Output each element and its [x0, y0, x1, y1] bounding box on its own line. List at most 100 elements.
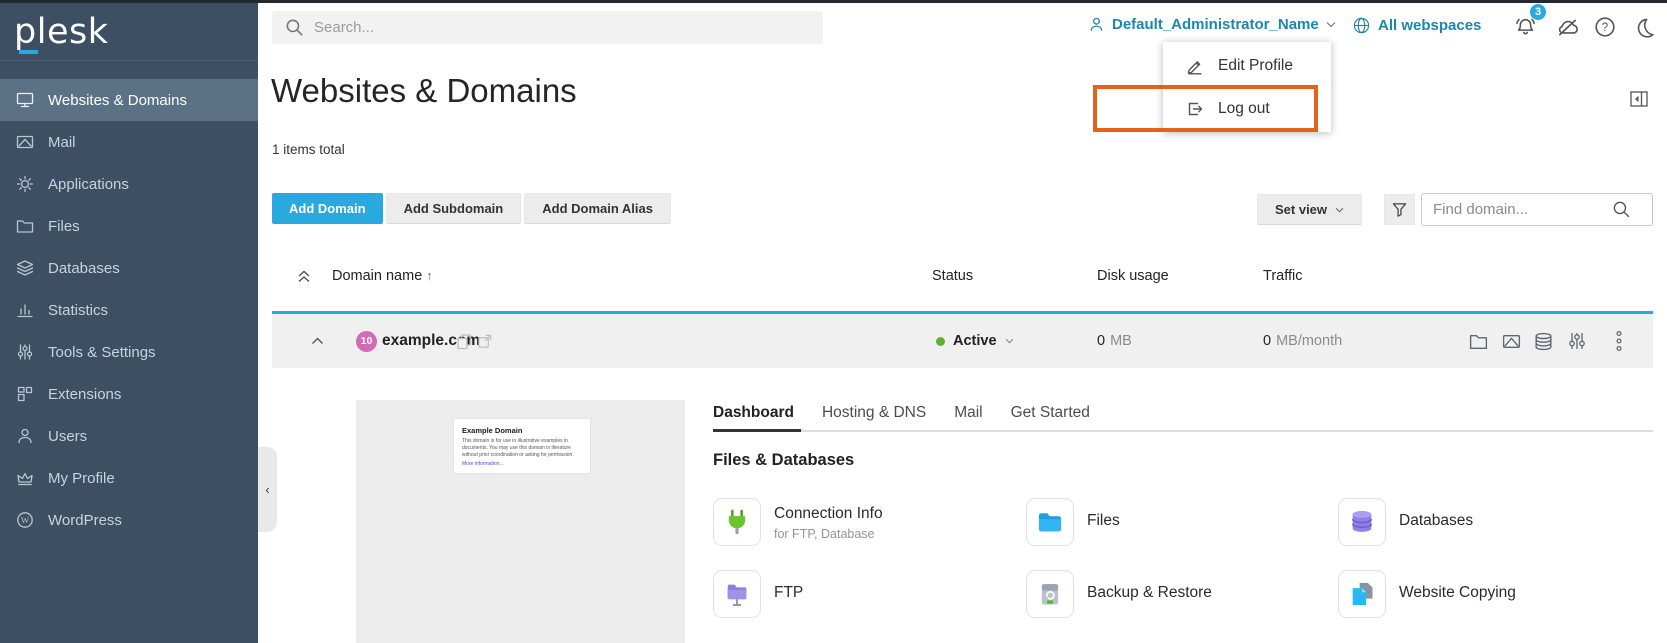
website-copying-tile[interactable] — [1338, 570, 1386, 618]
row-databases-button[interactable] — [1533, 314, 1554, 368]
sidebar-divider — [0, 60, 258, 61]
double-chevron-up-icon — [297, 270, 311, 283]
global-search — [272, 11, 823, 44]
sidebar-item-files[interactable]: Files — [0, 205, 258, 247]
backup-restore-tile[interactable] — [1026, 570, 1074, 618]
search-input[interactable] — [314, 19, 794, 36]
domain-badge: 10 — [356, 314, 377, 368]
connection-info-tile[interactable] — [713, 498, 761, 546]
set-view-button[interactable]: Set view — [1257, 194, 1362, 225]
site-preview[interactable]: Example Domain This domain is for use in… — [356, 400, 685, 643]
status-active-dot — [936, 337, 945, 346]
status-dropdown[interactable]: Active — [936, 314, 1014, 368]
svg-text:?: ? — [1602, 22, 1608, 34]
blocks-icon — [15, 385, 35, 403]
add-subdomain-button[interactable]: Add Subdomain — [386, 193, 522, 224]
database-icon — [1533, 331, 1554, 352]
folder-icon — [15, 217, 35, 235]
sidebar-item-statistics[interactable]: Statistics — [0, 289, 258, 331]
column-header-traffic[interactable]: Traffic — [1263, 268, 1302, 284]
connection-info-label[interactable]: Connection Info — [774, 505, 883, 523]
all-webspaces-link[interactable]: All webspaces — [1352, 16, 1481, 35]
copy-pages-icon — [1348, 580, 1376, 608]
connection-info-sublabel: for FTP, Database — [774, 527, 875, 541]
help-button[interactable]: ? — [1593, 15, 1617, 39]
copy-domain-button[interactable] — [456, 314, 473, 368]
dark-mode-button[interactable] — [1632, 15, 1656, 39]
user-name: Default_Administrator_Name — [1112, 16, 1319, 33]
sidebar-item-my-profile[interactable]: My Profile — [0, 457, 258, 499]
ftp-label[interactable]: FTP — [774, 584, 803, 602]
sidebar-item-users[interactable]: Users — [0, 415, 258, 457]
website-copying-label[interactable]: Website Copying — [1399, 584, 1516, 602]
row-files-button[interactable] — [1468, 314, 1489, 368]
sidebar-item-label: Databases — [48, 260, 120, 277]
sliders-icon — [15, 343, 35, 361]
tab-dashboard[interactable]: Dashboard — [713, 404, 794, 430]
collapse-all-button[interactable] — [297, 270, 311, 283]
filter-button[interactable] — [1384, 194, 1415, 225]
funnel-icon — [1391, 201, 1408, 218]
sidebar-item-websites-domains[interactable]: Websites & Domains — [0, 79, 258, 121]
find-domain-input[interactable] — [1422, 201, 1612, 218]
side-panel-toggle-button[interactable] — [1630, 91, 1648, 107]
backup-restore-label[interactable]: Backup & Restore — [1087, 584, 1212, 602]
pencil-icon — [1186, 57, 1204, 75]
page-title: Websites & Domains — [271, 72, 577, 110]
crown-icon — [15, 469, 35, 487]
row-more-button[interactable] — [1615, 314, 1623, 368]
sidebar-item-label: Extensions — [48, 386, 121, 403]
column-header-status[interactable]: Status — [932, 268, 973, 284]
external-link-icon — [477, 333, 493, 349]
files-label[interactable]: Files — [1087, 512, 1120, 530]
plesk-app: plesk Websites & Domains Mail Applicatio… — [0, 0, 1667, 643]
column-header-disk-usage[interactable]: Disk usage — [1097, 268, 1169, 284]
tab-hosting-dns[interactable]: Hosting & DNS — [822, 404, 926, 430]
open-site-button[interactable] — [477, 314, 493, 368]
sidebar-item-extensions[interactable]: Extensions — [0, 373, 258, 415]
add-domain-button[interactable]: Add Domain — [272, 193, 383, 224]
sliders-icon — [1567, 331, 1587, 351]
sidebar-item-label: Mail — [48, 134, 76, 151]
sidebar-item-mail[interactable]: Mail — [0, 121, 258, 163]
set-view-label: Set view — [1275, 202, 1327, 217]
databases-label[interactable]: Databases — [1399, 512, 1473, 530]
sidebar-collapse-handle[interactable]: ‹ — [258, 447, 277, 532]
row-mail-button[interactable] — [1501, 314, 1522, 368]
cloud-offline-button[interactable] — [1555, 15, 1579, 39]
column-header-domain[interactable]: Domain name ↑ — [332, 268, 433, 284]
sidebar-item-label: My Profile — [48, 470, 115, 487]
search-icon — [285, 18, 304, 37]
sidebar-item-wordpress[interactable]: W WordPress — [0, 499, 258, 541]
sidebar-item-applications[interactable]: Applications — [0, 163, 258, 205]
ftp-tile[interactable] — [713, 570, 761, 618]
sidebar-item-tools-settings[interactable]: Tools & Settings — [0, 331, 258, 373]
domain-table-row: 10 example.com Active 0MB 0MB/month — [272, 311, 1653, 368]
files-tile[interactable] — [1026, 498, 1074, 546]
edit-profile-menu-item[interactable]: Edit Profile — [1163, 44, 1331, 87]
preview-page-link: More information... — [462, 461, 582, 467]
sidebar-item-label: Users — [48, 428, 87, 445]
kebab-menu-icon — [1615, 330, 1623, 352]
tabs-divider — [713, 430, 1653, 432]
add-domain-alias-button[interactable]: Add Domain Alias — [524, 193, 671, 224]
tab-mail[interactable]: Mail — [954, 404, 982, 430]
row-collapse-button[interactable] — [311, 314, 324, 368]
notification-count-badge: 3 — [1529, 3, 1547, 21]
plesk-logo[interactable]: plesk — [14, 12, 108, 52]
databases-tile[interactable] — [1338, 498, 1386, 546]
row-settings-button[interactable] — [1567, 314, 1587, 368]
all-webspaces-label: All webspaces — [1378, 17, 1481, 34]
logout-highlight-annotation — [1093, 85, 1318, 132]
plug-icon — [723, 508, 751, 536]
tab-get-started[interactable]: Get Started — [1011, 404, 1090, 430]
copy-icon — [456, 333, 473, 350]
sidebar-nav: Websites & Domains Mail Applications Fil… — [0, 79, 258, 541]
status-label: Active — [953, 333, 997, 349]
sidebar-item-databases[interactable]: Databases — [0, 247, 258, 289]
chevron-left-icon: ‹ — [265, 482, 269, 497]
panel-collapse-icon — [1630, 91, 1648, 107]
site-preview-page: Example Domain This domain is for use in… — [453, 418, 591, 474]
user-menu-trigger[interactable]: Default_Administrator_Name — [1088, 16, 1336, 33]
question-icon: ? — [1594, 16, 1616, 38]
